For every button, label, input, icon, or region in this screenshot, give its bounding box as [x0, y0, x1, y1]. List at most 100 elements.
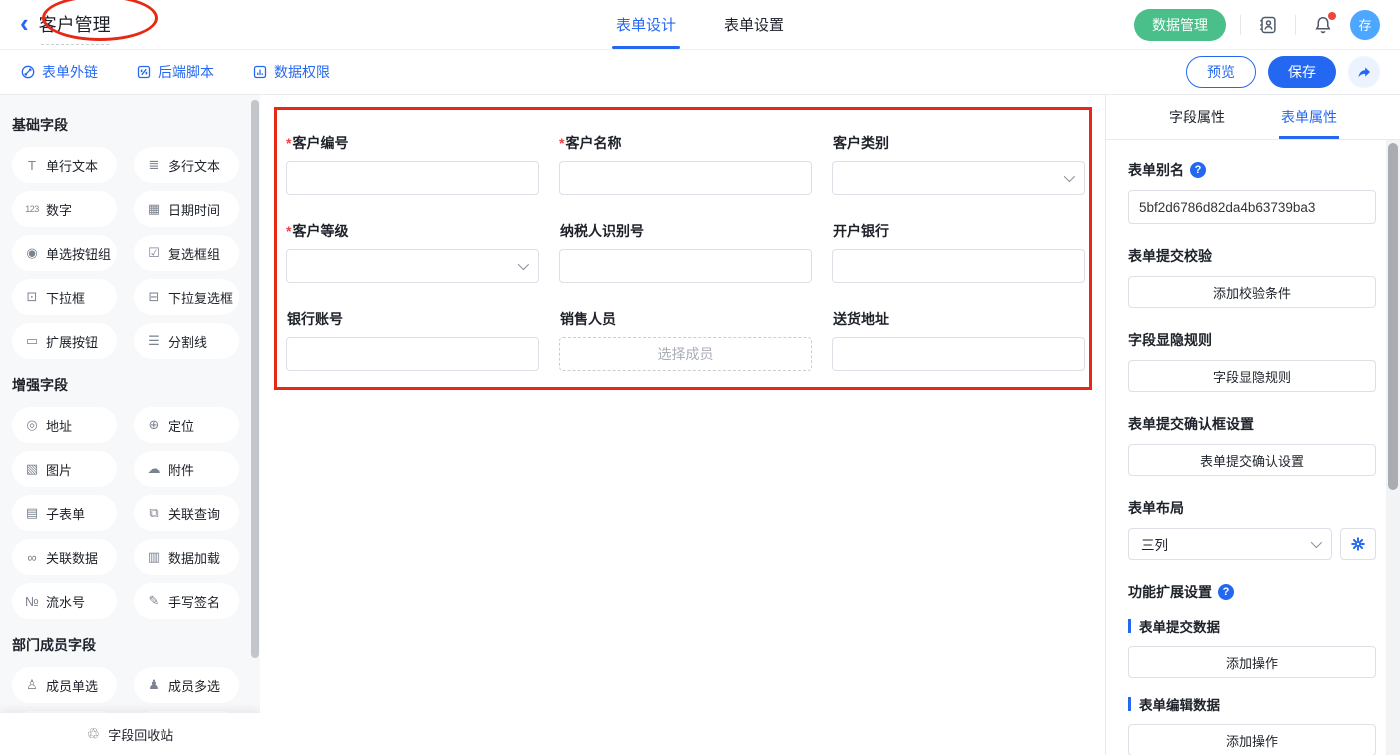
field-item-subform[interactable]: ▤子表单: [12, 495, 117, 531]
form-external-link[interactable]: 表单外链: [20, 62, 98, 82]
form-field-customer-level[interactable]: *客户等级: [286, 221, 539, 283]
customer-name-input[interactable]: [559, 161, 812, 195]
field-item-label: 成员单选: [46, 676, 98, 695]
title-dashed-underline: [41, 44, 109, 45]
form-field-customer-code[interactable]: *客户编号: [286, 133, 539, 195]
back-chevron-icon[interactable]: ‹: [20, 10, 29, 36]
toolbar-link-label: 表单外链: [42, 62, 98, 82]
panel-scrollbar-thumb[interactable]: [1388, 143, 1398, 490]
chevron-down-icon: [1311, 537, 1322, 548]
delivery-address-input[interactable]: [832, 337, 1085, 371]
field-label: *客户编号: [286, 133, 539, 153]
required-mark: *: [559, 135, 564, 151]
field-item-checkbox-group[interactable]: ☑复选框组: [134, 235, 239, 271]
field-visibility-rules-button[interactable]: 字段显隐规则: [1128, 360, 1376, 392]
field-item-image[interactable]: ▧图片: [12, 451, 117, 487]
form-field-sales-person[interactable]: 销售人员 选择成员: [559, 309, 812, 371]
field-recycle-bin[interactable]: ♲ 字段回收站: [0, 713, 260, 755]
form-canvas[interactable]: *客户编号 *客户名称 客户类别 *客户等级 纳税人识别号: [260, 95, 1105, 755]
customer-code-input[interactable]: [286, 161, 539, 195]
related-data-icon: ∞: [24, 550, 40, 565]
field-visibility-label: 字段显隐规则: [1128, 330, 1212, 350]
field-item-label: 子表单: [46, 504, 85, 523]
customer-level-select[interactable]: [286, 249, 539, 283]
sidebar-scrollbar-thumb[interactable]: [251, 100, 259, 658]
field-item-label: 下拉框: [46, 288, 85, 307]
group-extension-settings: 功能扩展设置? 表单提交数据 添加操作 表单编辑数据 添加操作: [1128, 582, 1376, 755]
submit-validation-label: 表单提交校验: [1128, 246, 1212, 266]
header-tabs: 表单设计 表单设置: [616, 0, 784, 49]
preview-button[interactable]: 预览: [1186, 56, 1256, 88]
form-field-bank-account[interactable]: 银行账号: [286, 309, 539, 371]
multi-select-box-icon: ⊟: [146, 289, 162, 305]
field-item-member-multi[interactable]: ♟成员多选: [134, 667, 239, 703]
serial-number-icon: №: [24, 594, 40, 609]
layout-settings-gear-icon[interactable]: [1340, 528, 1376, 560]
tab-form-properties[interactable]: 表单属性: [1281, 95, 1337, 139]
field-item-single-line-text[interactable]: T单行文本: [12, 147, 117, 183]
add-submit-action-button[interactable]: 添加操作: [1128, 646, 1376, 678]
field-item-label: 地址: [46, 416, 72, 435]
field-item-label: 图片: [46, 460, 72, 479]
form-alias-input[interactable]: [1128, 190, 1376, 224]
field-item-address[interactable]: ◎地址: [12, 407, 117, 443]
field-item-select-box[interactable]: ⊡ 下拉框: [12, 279, 117, 315]
number-icon: 123: [24, 204, 40, 214]
field-item-attachment[interactable]: ☁附件: [134, 451, 239, 487]
select-box-icon: ⊡: [24, 289, 40, 305]
bank-name-input[interactable]: [832, 249, 1085, 283]
tab-form-design[interactable]: 表单设计: [616, 0, 676, 49]
properties-panel: 字段属性 表单属性 表单别名? 表单提交校验 添加校验条件 字段显隐规则 字段显…: [1105, 95, 1400, 755]
section-title-basic-fields: 基础字段: [12, 115, 260, 135]
field-item-related-data[interactable]: ∞关联数据: [12, 539, 117, 575]
data-permission-icon: [252, 64, 268, 80]
field-item-number[interactable]: 123数字: [12, 191, 117, 227]
field-label: 销售人员: [559, 309, 812, 329]
backend-script[interactable]: 后端脚本: [136, 62, 214, 82]
field-item-signature[interactable]: ✎手写签名: [134, 583, 239, 619]
save-button[interactable]: 保存: [1268, 56, 1336, 88]
bank-account-input[interactable]: [286, 337, 539, 371]
page-title[interactable]: 客户管理: [39, 11, 111, 39]
field-item-label: 定位: [168, 416, 194, 435]
help-icon[interactable]: ?: [1190, 162, 1206, 178]
field-item-locate[interactable]: ⊕ 定位: [134, 407, 239, 443]
field-item-serial-number[interactable]: №流水号: [12, 583, 117, 619]
form-layout-select[interactable]: 三列: [1128, 528, 1332, 560]
locate-icon: ⊕: [146, 417, 162, 433]
notification-bell-icon[interactable]: [1310, 12, 1336, 38]
field-item-divider-line[interactable]: ☰分割线: [134, 323, 239, 359]
add-validation-button[interactable]: 添加校验条件: [1128, 276, 1376, 308]
tab-form-settings[interactable]: 表单设置: [724, 0, 784, 49]
customer-category-select[interactable]: [832, 161, 1085, 195]
taxpayer-id-input[interactable]: [559, 249, 812, 283]
form-field-customer-name[interactable]: *客户名称: [559, 133, 812, 195]
tab-field-properties[interactable]: 字段属性: [1169, 95, 1225, 139]
form-field-delivery-address[interactable]: 送货地址: [832, 309, 1085, 371]
submit-confirm-settings-button[interactable]: 表单提交确认设置: [1128, 444, 1376, 476]
field-item-extend-button[interactable]: ▭扩展按钮: [12, 323, 117, 359]
field-item-radio-group[interactable]: ◉单选按钮组: [12, 235, 117, 271]
form-field-taxpayer-id[interactable]: 纳税人识别号: [559, 221, 812, 283]
field-item-data-load[interactable]: ▥数据加载: [134, 539, 239, 575]
data-permission[interactable]: 数据权限: [252, 62, 330, 82]
field-item-datetime[interactable]: ▦日期时间: [134, 191, 239, 227]
avatar[interactable]: 存: [1350, 10, 1380, 40]
field-item-multi-select-box[interactable]: ⊟下拉复选框: [134, 279, 239, 315]
field-item-multi-line-text[interactable]: ≣多行文本: [134, 147, 239, 183]
add-edit-action-button[interactable]: 添加操作: [1128, 724, 1376, 755]
help-icon[interactable]: ?: [1218, 584, 1234, 600]
blue-bar-decoration: [1128, 697, 1131, 711]
select-member-button[interactable]: 选择成员: [559, 337, 812, 371]
panel-scrollbar-track[interactable]: [1386, 140, 1400, 755]
form-field-bank-name[interactable]: 开户银行: [832, 221, 1085, 283]
form-field-customer-category[interactable]: 客户类别: [832, 133, 1085, 195]
field-item-related-query[interactable]: ⧉关联查询: [134, 495, 239, 531]
group-form-alias: 表单别名?: [1128, 160, 1376, 224]
field-item-member-single[interactable]: ♙成员单选: [12, 667, 117, 703]
share-arrow-icon[interactable]: [1348, 56, 1380, 88]
recycle-icon: ♲: [87, 725, 100, 743]
data-manage-button[interactable]: 数据管理: [1134, 9, 1226, 41]
group-submit-validation: 表单提交校验 添加校验条件: [1128, 246, 1376, 308]
address-book-icon[interactable]: [1255, 12, 1281, 38]
